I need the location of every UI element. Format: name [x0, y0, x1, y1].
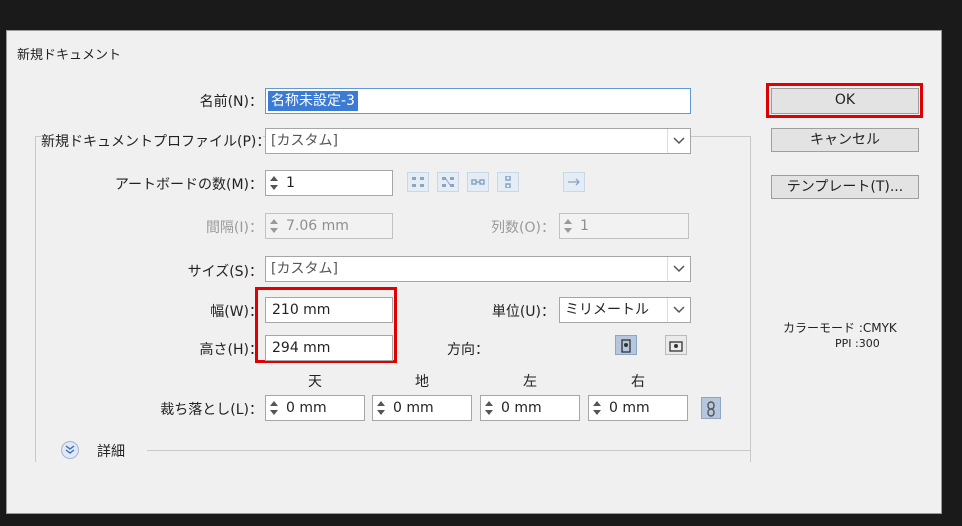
spinner-icon[interactable] [376, 399, 386, 417]
bleed-header-right: 右 [631, 374, 645, 390]
bleed-header-top: 天 [308, 374, 322, 390]
bleed-right-value: 0 mm [609, 400, 650, 416]
size-label: サイズ(S)： [187, 264, 263, 280]
bleed-top-input[interactable]: 0 mm [265, 395, 365, 421]
ppi-info: PPI :300 [835, 337, 880, 350]
highlight-box-ok [766, 83, 923, 118]
width-label: 幅(W)： [210, 304, 263, 320]
bleed-header-left: 左 [523, 374, 537, 390]
units-select[interactable]: ミリメートル [559, 297, 691, 323]
bleed-label: 裁ち落とし(L)： [160, 402, 263, 418]
artboards-value: 1 [286, 175, 295, 191]
color-mode-info: カラーモード :CMYK [783, 321, 897, 335]
columns-input[interactable]: 1 [559, 213, 689, 239]
bleed-bottom-input[interactable]: 0 mm [372, 395, 472, 421]
units-label: 単位(U)： [491, 304, 555, 320]
right-to-left-icon[interactable] [563, 172, 585, 192]
spinner-icon[interactable] [563, 217, 573, 235]
spacing-input[interactable]: 7.06 mm [265, 213, 393, 239]
grid-by-row-icon[interactable] [407, 172, 429, 192]
units-select-value: ミリメートル [565, 302, 649, 318]
bleed-left-input[interactable]: 0 mm [480, 395, 580, 421]
name-input-value: 名称未設定-3 [268, 91, 358, 111]
bleed-left-value: 0 mm [501, 400, 542, 416]
size-select-value: [カスタム] [271, 261, 338, 277]
name-label: 名前(N)： [199, 94, 263, 110]
columns-value: 1 [580, 218, 589, 234]
templates-button[interactable]: テンプレート(T)... [771, 175, 919, 199]
details-label: 詳細 [97, 444, 125, 460]
landscape-icon[interactable] [665, 335, 687, 355]
cancel-button[interactable]: キャンセル [771, 128, 919, 152]
link-icon[interactable] [701, 397, 721, 419]
spacing-value: 7.06 mm [286, 218, 349, 234]
spinner-icon[interactable] [269, 217, 279, 235]
artboards-input[interactable]: 1 [265, 170, 393, 196]
artboards-label: アートボードの数(M)： [114, 177, 263, 193]
orientation-label: 方向： [447, 342, 489, 358]
height-label: 高さ(H)： [199, 342, 263, 358]
bleed-header-bottom: 地 [415, 374, 429, 390]
profile-label: 新規ドキュメントプロファイル(P)： [41, 131, 270, 151]
arrange-by-column-icon[interactable] [497, 172, 519, 192]
columns-label: 列数(O)： [491, 220, 555, 236]
expand-details-icon[interactable] [61, 441, 79, 459]
bleed-top-value: 0 mm [286, 400, 327, 416]
bleed-bottom-value: 0 mm [393, 400, 434, 416]
height-input[interactable]: 294 mm [265, 335, 393, 361]
chevron-down-icon [667, 298, 690, 322]
portrait-icon[interactable] [615, 335, 637, 355]
chevron-down-icon [667, 257, 690, 281]
new-document-dialog: 新規ドキュメント 名前(N)： 名称未設定-3 新規ドキュメントプロファイル(P… [6, 30, 942, 514]
bleed-right-input[interactable]: 0 mm [588, 395, 688, 421]
details-divider [147, 450, 751, 451]
spinner-icon[interactable] [269, 174, 279, 192]
chevron-down-icon [667, 129, 690, 153]
spacing-label: 間隔(I)： [205, 220, 263, 236]
spinner-icon[interactable] [484, 399, 494, 417]
arrange-by-row-icon[interactable] [467, 172, 489, 192]
spinner-icon[interactable] [269, 399, 279, 417]
size-select[interactable]: [カスタム] [265, 256, 691, 282]
profile-select-value: [カスタム] [271, 133, 338, 149]
dialog-title: 新規ドキュメント [17, 48, 122, 63]
grid-by-column-icon[interactable] [437, 172, 459, 192]
profile-select[interactable]: [カスタム] [265, 128, 691, 154]
spinner-icon[interactable] [592, 399, 602, 417]
name-input[interactable]: 名称未設定-3 [265, 88, 691, 114]
